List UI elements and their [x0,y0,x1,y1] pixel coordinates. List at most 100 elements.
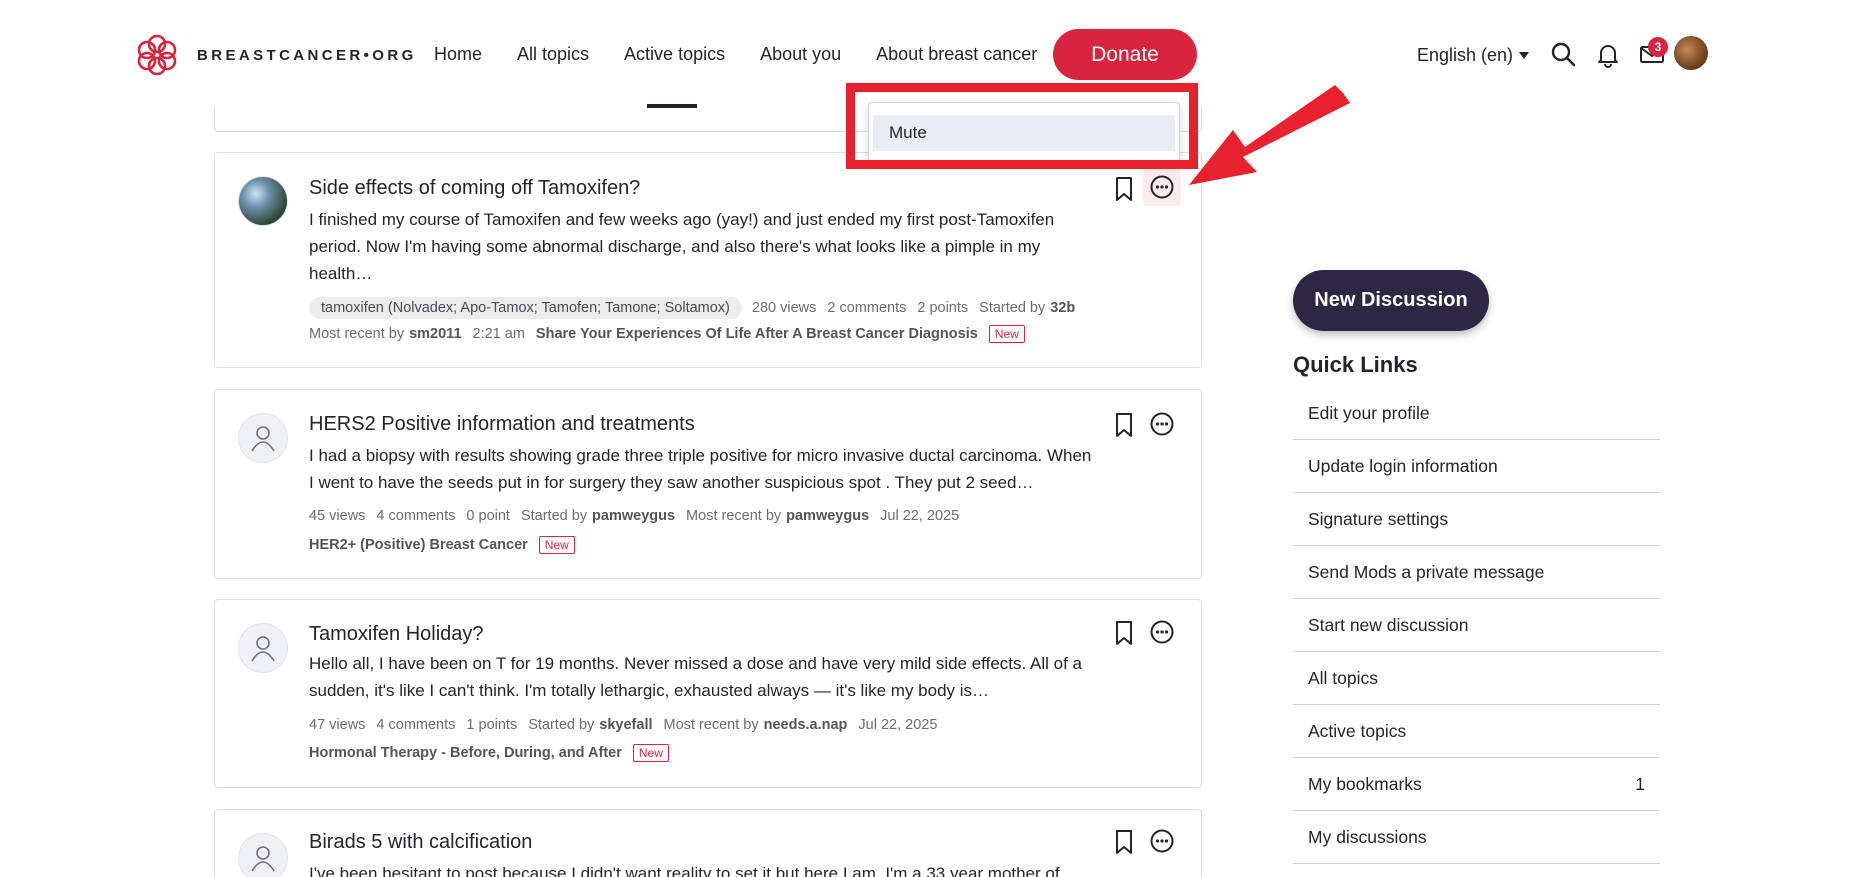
bookmark-icon[interactable] [1112,412,1136,438]
default-user-icon [251,636,275,662]
quick-link-label: All topics [1308,667,1379,688]
discussion-meta: tamoxifen (Nolvadex; Apo-Tamox; Tamofen;… [309,297,1075,319]
discussion-tag[interactable]: tamoxifen (Nolvadex; Apo-Tamox; Tamofen;… [309,297,742,319]
category-link[interactable]: Hormonal Therapy - Before, During, and A… [309,745,622,761]
last-activity-time: Jul 22, 2025 [858,717,938,733]
logo-ribbon-icon [137,34,177,76]
more-options-button[interactable] [1143,168,1181,206]
comments-count: 2 comments [827,300,907,316]
started-by-label: Started by [528,717,595,733]
started-by-label: Started by [520,508,588,524]
user-avatar[interactable] [1674,36,1708,70]
more-options-button[interactable] [1143,405,1181,443]
language-label: English (en) [1417,45,1514,65]
started-by-user[interactable]: pamweygus [592,508,675,524]
search-icon[interactable] [1549,40,1577,68]
started-by-label: Started by [979,300,1046,316]
more-options-button[interactable] [1143,822,1181,860]
quick-link-label: Send Mods a private message [1308,561,1545,582]
most-recent-user[interactable]: needs.a.nap [764,717,848,733]
nav-active-topics[interactable]: Active topics [624,44,725,65]
logo-text: BREASTCANCER•ORG [197,46,417,64]
comments-count: 4 comments [376,508,456,524]
bookmark-icon[interactable] [1112,176,1136,202]
most-recent-user[interactable]: sm2011 [409,326,461,342]
new-badge: New [538,536,575,554]
author-avatar[interactable] [238,413,288,463]
most-recent-label: Most recent by [686,508,782,524]
new-badge: New [632,744,669,762]
points-count: 1 points [466,717,518,733]
discussion-title[interactable]: Birads 5 with calcification [309,831,532,854]
quick-link-my-bookmarks[interactable]: My bookmarks 1 [1293,758,1660,811]
category-link[interactable]: Share Your Experiences Of Life After A B… [536,326,978,342]
default-user-icon [251,426,275,452]
bookmark-icon[interactable] [1112,620,1136,646]
discussion-card[interactable]: Birads 5 with calcification I've been he… [214,809,1202,877]
ellipsis-icon [1150,412,1174,436]
quick-links-title: Quick Links [1293,352,1418,377]
most-recent-label: Most recent by [663,717,759,733]
quick-links-list: Edit your profile Update login informati… [1293,387,1660,864]
discussion-title[interactable]: HERS2 Positive information and treatment… [309,413,695,436]
language-selector[interactable]: English (en) [1417,45,1530,66]
category-link[interactable]: HER2+ (Positive) Breast Cancer [309,537,528,553]
new-badge: New [988,325,1025,343]
quick-link-label: My discussions [1308,826,1427,847]
started-by-user[interactable]: skyefall [599,717,652,733]
site-logo[interactable]: BREASTCANCER•ORG [136,34,417,76]
discussion-card[interactable]: HERS2 Positive information and treatment… [214,389,1202,579]
quick-link-signature-settings[interactable]: Signature settings [1293,493,1660,546]
nav-all-topics[interactable]: All topics [517,44,589,65]
last-activity-time: 2:21 am [472,326,525,342]
author-avatar[interactable] [238,833,288,877]
more-options-button[interactable] [1143,613,1181,651]
quick-link-edit-profile[interactable]: Edit your profile [1293,387,1660,440]
annotation-highlight-box [846,83,1198,169]
quick-link-label: My bookmarks [1308,773,1422,794]
ellipsis-icon [1150,175,1174,199]
new-discussion-button[interactable]: New Discussion [1293,270,1489,331]
nav-about-breast-cancer[interactable]: About breast cancer [876,44,1037,65]
nav-about-you[interactable]: About you [760,44,841,65]
quick-link-start-discussion[interactable]: Start new discussion [1293,599,1660,652]
author-avatar[interactable] [238,176,288,226]
annotation-arrow-icon [1189,85,1350,185]
started-by-user[interactable]: 32b [1050,300,1075,316]
discussion-meta-secondary: Most recent by sm2011 2:21 am Share Your… [309,325,1036,343]
active-tab-indicator [647,104,697,108]
discussion-meta-secondary: Hormonal Therapy - Before, During, and A… [309,744,680,762]
discussion-excerpt: I finished my course of Tamoxifen and fe… [309,210,1055,283]
quick-link-message-mods[interactable]: Send Mods a private message [1293,546,1660,599]
quick-link-label: Active topics [1308,720,1407,741]
points-count: 0 point [466,508,510,524]
discussion-meta-secondary: HER2+ (Positive) Breast Cancer New [309,536,586,554]
ellipsis-icon [1150,620,1174,644]
quick-link-my-discussions[interactable]: My discussions [1293,811,1660,864]
main-nav: Home All topics Active topics About you … [434,44,1072,65]
last-activity-time: Jul 22, 2025 [880,508,960,524]
most-recent-label: Most recent by [309,326,405,342]
views-count: 280 views [751,300,817,316]
most-recent-user[interactable]: pamweygus [786,508,869,524]
discussion-card[interactable]: Tamoxifen Holiday? Hello all, I have bee… [214,599,1202,788]
discussion-title[interactable]: Tamoxifen Holiday? [309,623,484,646]
discussion-card[interactable]: Side effects of coming off Tamoxifen? I … [214,152,1202,368]
views-count: 45 views [309,508,366,524]
comments-count: 4 comments [376,717,456,733]
discussion-excerpt: I've been hesitant to post because I did… [309,864,1060,877]
author-avatar[interactable] [238,623,288,673]
quick-link-active-topics[interactable]: Active topics [1293,705,1660,758]
nav-home[interactable]: Home [434,44,482,65]
quick-link-label: Edit your profile [1308,402,1430,423]
discussion-title[interactable]: Side effects of coming off Tamoxifen? [309,177,640,200]
donate-button[interactable]: Donate [1053,29,1197,80]
quick-link-update-login[interactable]: Update login information [1293,440,1660,493]
inbox-count-badge: 3 [1648,37,1668,57]
bell-icon[interactable] [1594,40,1622,68]
bookmark-icon[interactable] [1112,829,1136,855]
bookmark-count: 1 [1635,773,1645,794]
quick-link-all-topics[interactable]: All topics [1293,652,1660,705]
caret-down-icon [1519,52,1530,59]
quick-link-label: Update login information [1308,455,1498,476]
